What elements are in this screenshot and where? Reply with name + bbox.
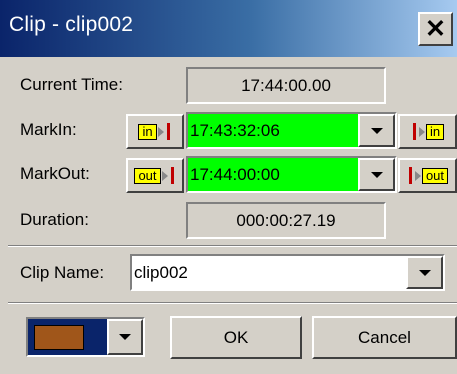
clip-name-dropdown-button[interactable] <box>406 256 443 289</box>
cancel-button[interactable]: Cancel <box>312 316 457 359</box>
current-time-display: 17:44:00.00 <box>186 67 386 104</box>
clip-dialog: Clip - clip002 ✕ Current Time: 17:44:00.… <box>0 0 457 374</box>
mark-in-label: MarkIn: <box>20 120 77 139</box>
color-label-combo[interactable]: 1 <box>26 317 145 357</box>
separator <box>8 245 457 247</box>
current-time-label: Current Time: <box>20 75 123 94</box>
mark-out-set-icon: out <box>134 167 175 184</box>
clip-name-combo[interactable]: clip002 <box>130 254 445 291</box>
ok-button[interactable]: OK <box>170 316 302 359</box>
set-mark-out-button[interactable]: out <box>126 158 184 193</box>
set-mark-in-button[interactable]: in <box>126 114 184 149</box>
chevron-down-icon <box>370 127 383 134</box>
separator <box>8 302 457 304</box>
title-bar[interactable]: Clip - clip002 ✕ <box>0 0 457 57</box>
mark-in-set-icon: in <box>138 123 171 140</box>
dialog-title: Clip - clip002 <box>9 13 134 36</box>
mark-in-dropdown-button[interactable] <box>358 114 395 147</box>
color-swatch <box>34 325 84 350</box>
mark-out-goto-icon: out <box>407 167 449 184</box>
goto-mark-out-button[interactable]: out <box>398 158 457 193</box>
color-dropdown-button[interactable] <box>107 319 143 355</box>
mark-out-timecode-combo[interactable]: 17:44:00:00 <box>186 156 397 193</box>
mark-in-timecode[interactable]: 17:43:32:06 <box>188 114 358 147</box>
mark-out-dropdown-button[interactable] <box>358 158 395 191</box>
clip-name-label: Clip Name: <box>20 263 105 282</box>
clip-name-input[interactable]: clip002 <box>132 256 406 289</box>
mark-out-timecode[interactable]: 17:44:00:00 <box>188 158 358 191</box>
goto-mark-in-button[interactable]: in <box>398 114 457 149</box>
chevron-down-icon <box>119 334 131 340</box>
duration-display: 000:00:27.19 <box>186 202 386 239</box>
close-button[interactable]: ✕ <box>418 12 453 46</box>
mark-in-goto-icon: in <box>411 123 445 140</box>
chevron-down-icon <box>370 171 383 178</box>
mark-in-timecode-combo[interactable]: 17:43:32:06 <box>186 112 397 149</box>
chevron-down-icon <box>418 269 431 276</box>
close-icon: ✕ <box>425 15 446 43</box>
mark-out-label: MarkOut: <box>20 164 90 183</box>
duration-label: Duration: <box>20 210 89 229</box>
